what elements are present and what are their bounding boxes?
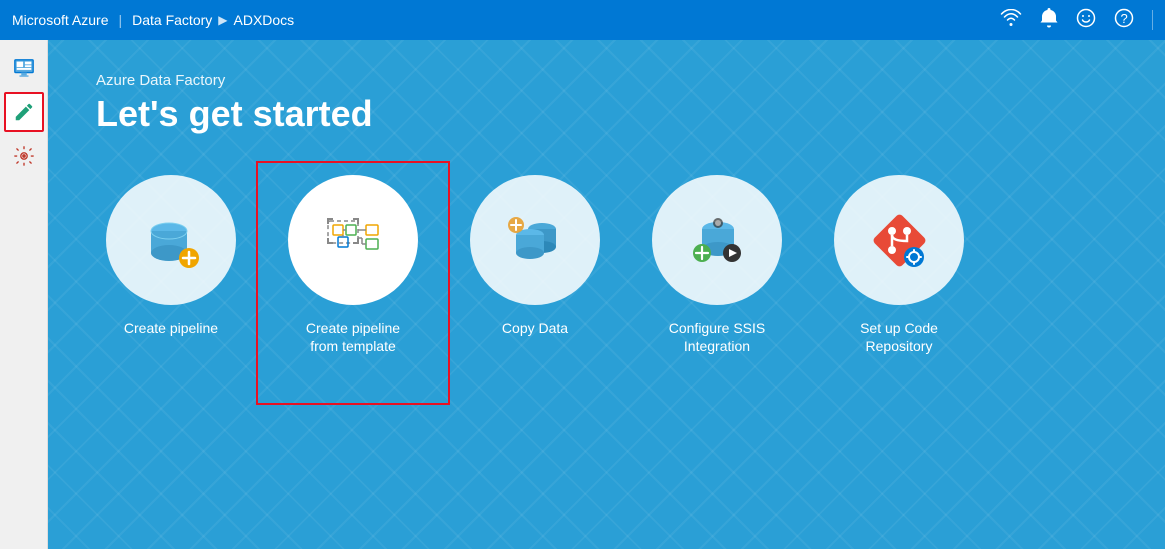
smiley-icon[interactable] bbox=[1076, 8, 1096, 33]
card-create-pipeline-template[interactable]: Create pipelinefrom template bbox=[278, 175, 428, 355]
breadcrumb-arrow: ▶ bbox=[218, 13, 227, 27]
card-label-ssis: Configure SSISIntegration bbox=[669, 319, 766, 355]
card-circle-template bbox=[288, 175, 418, 305]
sidebar-item-monitor[interactable] bbox=[4, 48, 44, 88]
content-title: Let's get started bbox=[96, 93, 1117, 135]
card-create-pipeline[interactable]: Create pipeline bbox=[96, 175, 246, 337]
wifi-icon[interactable] bbox=[1000, 9, 1022, 32]
card-label-repo: Set up CodeRepository bbox=[860, 319, 938, 355]
topbar-right-divider bbox=[1152, 10, 1153, 30]
sidebar bbox=[0, 40, 48, 549]
card-copy-data[interactable]: Copy Data bbox=[460, 175, 610, 337]
brand-label: Microsoft Azure bbox=[12, 12, 108, 28]
content-subtitle: Azure Data Factory bbox=[96, 72, 1117, 89]
card-circle-copy bbox=[470, 175, 600, 305]
sidebar-item-configure[interactable] bbox=[4, 136, 44, 176]
help-icon[interactable]: ? bbox=[1114, 8, 1134, 33]
main-layout: Azure Data Factory Let's get started bbox=[0, 40, 1165, 549]
svg-text:?: ? bbox=[1121, 11, 1128, 26]
breadcrumb: Data Factory ▶ ADXDocs bbox=[132, 12, 294, 28]
breadcrumb-datafactory[interactable]: Data Factory bbox=[132, 12, 212, 28]
sidebar-item-author[interactable] bbox=[4, 92, 44, 132]
card-circle-ssis bbox=[652, 175, 782, 305]
card-circle-repo bbox=[834, 175, 964, 305]
card-circle-pipeline bbox=[106, 175, 236, 305]
breadcrumb-adxdocs[interactable]: ADXDocs bbox=[234, 12, 295, 28]
cards-row: Create pipeline bbox=[96, 175, 1117, 355]
bell-icon[interactable] bbox=[1040, 8, 1058, 33]
topbar-right: ? bbox=[1000, 8, 1153, 33]
card-setup-code-repo[interactable]: Set up CodeRepository bbox=[824, 175, 974, 355]
card-label-pipeline: Create pipeline bbox=[124, 319, 218, 337]
card-label-copy: Copy Data bbox=[502, 319, 568, 337]
content-area: Azure Data Factory Let's get started bbox=[48, 40, 1165, 549]
card-label-template: Create pipelinefrom template bbox=[306, 319, 400, 355]
topbar: Microsoft Azure | Data Factory ▶ ADXDocs bbox=[0, 0, 1165, 40]
topbar-divider: | bbox=[118, 12, 122, 28]
card-configure-ssis[interactable]: Configure SSISIntegration bbox=[642, 175, 792, 355]
